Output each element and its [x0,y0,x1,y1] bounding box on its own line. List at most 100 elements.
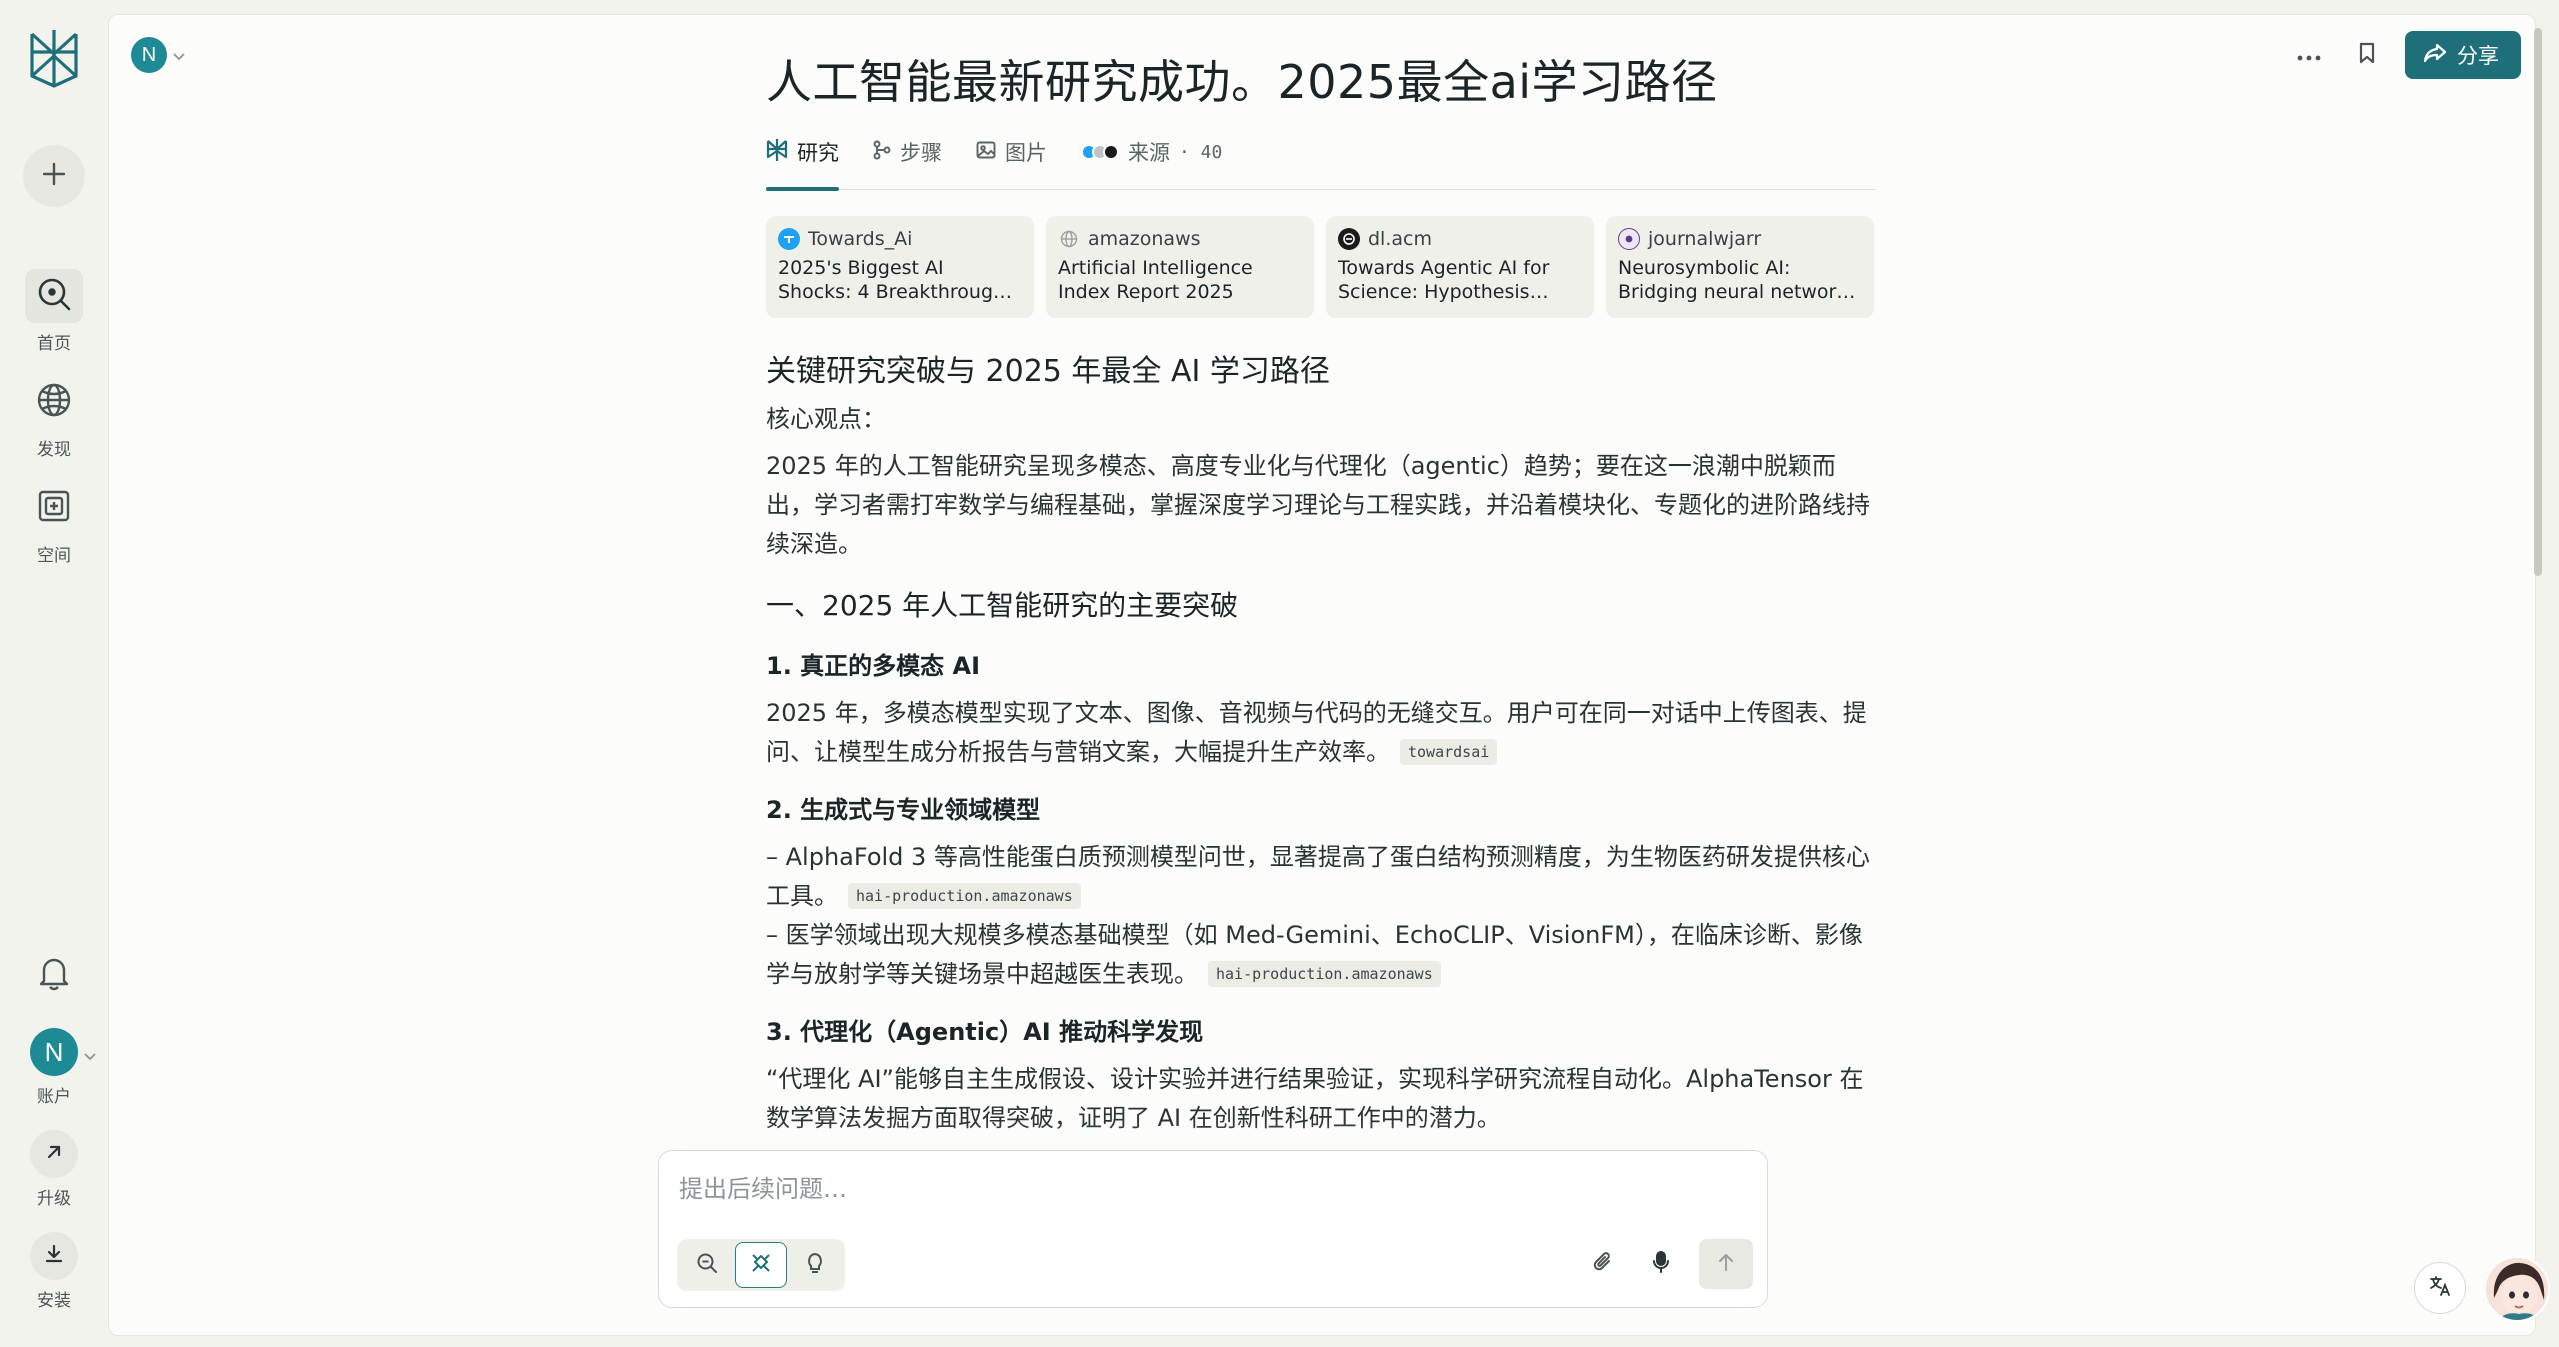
citation-badge[interactable]: hai-production.amazonaws [848,883,1081,910]
research-icon [766,138,788,167]
nav-home-label: 首页 [37,334,71,354]
item-title: 3. 代理化（Agentic）AI 推动科学发现 [766,1018,1204,1047]
plus-icon [41,161,67,191]
source-title: Neurosymbolic AI: Bridging neural networ… [1618,257,1858,304]
source-card[interactable]: amazonaws Artificial Intelligence Index … [1046,216,1314,319]
source-title: 2025's Biggest AI Shocks: 4 Breakthrough… [778,257,1015,304]
tab-steps[interactable]: 步骤 [873,132,942,172]
item-title: 1. 真正的多模态 AI [766,652,981,681]
attach-button[interactable] [1583,1244,1623,1284]
upgrade-button[interactable]: 升级 [0,1130,108,1209]
notifications-button[interactable] [0,955,108,995]
source-title: Artificial Intelligence Index Report 202… [1058,257,1253,304]
nav-spaces-label: 空间 [37,546,71,566]
source-cards: Towards_Ai 2025's Biggest AI Shocks: 4 B… [766,216,1876,319]
journal-favicon-icon [1618,228,1640,251]
left-rail: 首页 发现 空间 N 账户 升级 安装 [0,0,108,1347]
nav-discover[interactable]: 发现 [0,375,108,460]
account-label: 账户 [37,1087,71,1107]
source-card[interactable]: dl.acm Towards Agentic AI for Science: H… [1326,216,1594,319]
bookmark-icon [2358,41,2376,69]
discover-globe-icon [36,382,72,422]
lightbulb-icon [806,1251,824,1279]
item-title: 2. 生成式与专业领域模型 [766,796,1041,825]
workspace-switcher[interactable]: N [131,37,185,73]
item-text-body: 2025 年，多模态模型实现了文本、图像、音视频与代码的无缝交互。用户可在同一对… [766,699,1867,767]
tab-research-label: 研究 [797,141,839,166]
upgrade-label: 升级 [37,1189,71,1209]
tab-research[interactable]: 研究 [766,132,839,192]
core-label: 核心观点： [766,405,886,434]
chevron-down-icon [84,1046,96,1065]
perplexity-logo-icon[interactable] [26,26,82,90]
item-text: – 医学领域出现大规模多模态基础模型（如 Med-Gemini、EchoCLIP… [766,916,1876,994]
bell-icon [37,955,71,995]
account-avatar: N [30,1028,78,1076]
tab-steps-label: 步骤 [900,141,942,166]
main-panel: N 分享 人工智能最新研究成功。2025最全ai学习路径 研究 步骤 图片 来源… [108,14,2536,1336]
item-text: 2025 年，多模态模型实现了文本、图像、音视频与代码的无缝交互。用户可在同一对… [766,694,1876,772]
sources-icon [1081,144,1119,161]
research-mode-button[interactable] [735,1242,787,1288]
submit-button[interactable] [1699,1239,1753,1289]
core-text: 2025 年的人工智能研究呈现多模态、高度专业化与代理化（agentic）趋势；… [766,452,1870,559]
follow-up-composer: 提出后续问题… [658,1150,1768,1308]
paperclip-icon [1592,1250,1614,1278]
home-search-icon [36,276,72,316]
arrow-up-icon [1717,1252,1735,1276]
share-arrow-icon [2423,43,2447,68]
chevron-down-icon [173,46,185,65]
image-icon [976,140,996,164]
assistant-avatar[interactable] [2484,1256,2550,1322]
section-title: 一、2025 年人工智能研究的主要突破 [766,589,1239,623]
answer-article: 关键研究突破与 2025 年最全 AI 学习路径 核心观点： 2025 年的人工… [766,352,1876,1138]
arrow-up-right-icon [44,1142,64,1166]
follow-up-input[interactable]: 提出后续问题… [679,1169,847,1204]
acm-favicon-icon [1338,228,1360,251]
new-thread-button[interactable] [23,145,85,207]
thread-content: 人工智能最新研究成功。2025最全ai学习路径 研究 步骤 图片 来源 · 40… [766,55,1876,1138]
steps-icon [873,140,891,165]
more-horizontal-icon [2297,46,2321,65]
download-icon [43,1243,65,1269]
tab-sources-label: 来源 [1128,141,1170,166]
search-mode-button[interactable] [681,1242,733,1288]
nav-discover-label: 发现 [37,440,71,460]
towards-ai-favicon-icon [778,228,800,251]
source-site: journalwjarr [1648,228,1762,251]
share-label: 分享 [2457,44,2499,68]
translate-icon [2428,1274,2452,1302]
source-site: Towards_Ai [808,228,913,251]
source-site: amazonaws [1088,228,1201,251]
labs-mode-button[interactable] [789,1242,841,1288]
source-card[interactable]: journalwjarr Neurosymbolic AI: Bridging … [1606,216,1874,319]
account-button[interactable]: N 账户 [0,1028,108,1107]
item-text: “代理化 AI”能够自主生成假设、设计实验并进行结果验证，实现科学研究流程自动化… [766,1065,1864,1133]
citation-badge[interactable]: hai-production.amazonaws [1208,961,1441,988]
nav-home[interactable]: 首页 [0,269,108,354]
bookmark-button[interactable] [2347,35,2387,75]
dictation-button[interactable] [1641,1244,1681,1284]
nav-spaces[interactable]: 空间 [0,481,108,566]
search-mode-toggle [677,1239,845,1291]
workspace-avatar: N [131,37,167,73]
share-button[interactable]: 分享 [2405,31,2521,79]
answer-heading: 关键研究突破与 2025 年最全 AI 学习路径 [766,354,1330,390]
page-title: 人工智能最新研究成功。2025最全ai学习路径 [766,55,1718,109]
source-card[interactable]: Towards_Ai 2025's Biggest AI Shocks: 4 B… [766,216,1034,319]
tab-images-label: 图片 [1005,141,1047,166]
source-title: Towards Agentic AI for Science: Hypothes… [1338,257,1550,304]
tab-sources[interactable]: 来源 · 40 [1081,132,1222,172]
install-label: 安装 [37,1291,71,1311]
tab-images[interactable]: 图片 [976,132,1047,172]
globe-favicon-icon [1058,228,1080,250]
citation-badge[interactable]: towardsai [1400,739,1498,766]
item-text: – AlphaFold 3 等高性能蛋白质预测模型问世，显著提高了蛋白结构预测精… [766,838,1876,916]
more-options-button[interactable] [2289,35,2329,75]
source-site: dl.acm [1368,228,1432,251]
install-button[interactable]: 安装 [0,1232,108,1311]
sources-count: · 40 [1179,141,1223,163]
scrollbar-thumb[interactable] [2534,28,2542,576]
search-icon [696,1252,718,1278]
translate-button[interactable] [2414,1262,2466,1314]
